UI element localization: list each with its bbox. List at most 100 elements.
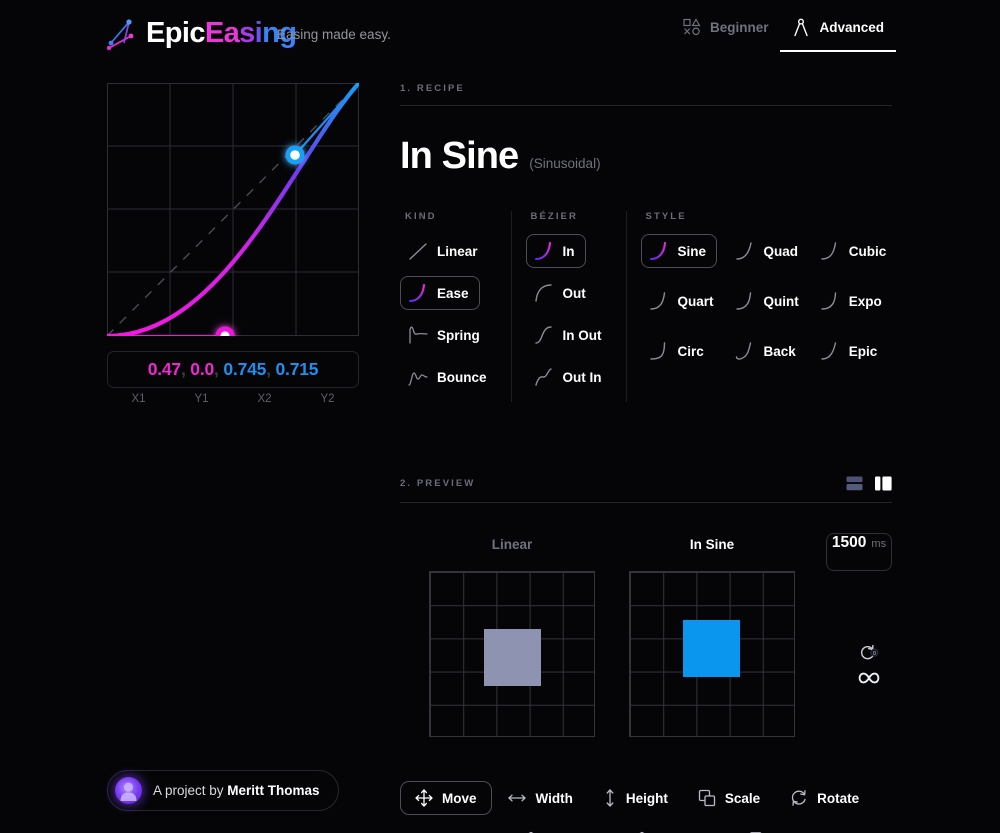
preview-panel-easing: In Sine — [629, 537, 795, 737]
bezier-curve-editor[interactable] — [107, 83, 359, 336]
ease-curve-icon — [408, 283, 426, 303]
style-option-cubic[interactable]: Cubic — [812, 234, 898, 268]
bezier-option-in-out-label: In Out — [562, 327, 602, 343]
property-row-1: Move Width Height Scale Rotate — [400, 781, 892, 815]
style-column: STYLE Sine Quad Cubic Quart Quint Expo C… — [625, 211, 898, 402]
style-option-expo[interactable]: Expo — [812, 284, 893, 318]
recipe-alias: (Sinusoidal) — [529, 156, 601, 171]
duration-unit: ms — [871, 538, 887, 550]
property-row-2: Opacity Rotate X R — [400, 823, 892, 833]
bezier-label-x2: X2 — [257, 393, 272, 405]
preview-panel-linear-title: Linear — [491, 537, 533, 552]
logo-mark-icon — [106, 19, 134, 51]
style-option-cubic-label: Cubic — [848, 243, 887, 259]
logo-wordmark: EpicEasing — [146, 13, 297, 53]
split-vertical-icon[interactable] — [875, 476, 892, 491]
easing-pickers: KIND Linear Ease Spring Bounce BÉZIER In… — [400, 211, 892, 402]
tagline: Easing made easy. — [277, 27, 391, 42]
bezier-y1: 0.0 — [190, 359, 215, 379]
bezier-option-in-label: In — [562, 243, 575, 259]
property-scale-label: Scale — [724, 790, 761, 806]
style-option-expo-label: Expo — [848, 293, 882, 309]
replay-icon[interactable]: 0 — [859, 644, 879, 661]
bezier-sep-3: , — [266, 359, 271, 379]
control-point-p2[interactable] — [285, 145, 305, 165]
style-option-quint[interactable]: Quint — [727, 284, 810, 318]
bezier-option-out-in-label: Out In — [562, 369, 602, 385]
split-horizontal-icon[interactable] — [846, 476, 863, 491]
ease-out-curve-icon — [534, 284, 552, 302]
bezier-option-in-out[interactable]: In Out — [526, 318, 613, 352]
property-width-label: Width — [535, 790, 573, 806]
bezier-option-in[interactable]: In — [525, 234, 586, 268]
infinity-icon[interactable] — [858, 671, 880, 685]
credit-text: A project by Meritt Thomas — [153, 783, 320, 798]
logo-ea: Ea — [204, 17, 240, 49]
recipe-section: 1. RECIPE In Sine (Sinusoidal) KIND Line… — [400, 0, 892, 402]
style-option-back[interactable]: Back — [727, 334, 807, 368]
bezier-kind-label: BÉZIER — [530, 211, 578, 222]
property-width[interactable]: Width — [492, 781, 588, 815]
preview-section-header: 2. PREVIEW — [400, 476, 892, 502]
kind-option-bounce[interactable]: Bounce — [400, 360, 498, 394]
property-move[interactable]: Move — [400, 781, 492, 815]
property-opacity[interactable]: Opacity — [400, 823, 507, 833]
move-icon — [415, 789, 433, 807]
recipe-title-row: In Sine (Sinusoidal) — [400, 135, 892, 178]
spring-curve-icon — [409, 326, 428, 344]
control-point-p1[interactable] — [215, 326, 235, 337]
bezier-option-out-label: Out — [562, 285, 586, 301]
property-rotate-y[interactable]: Rotate Y — [618, 823, 730, 833]
bezier-option-out-in[interactable]: Out In — [526, 360, 613, 394]
preview-stage-linear[interactable] — [429, 571, 595, 737]
style-option-epic[interactable]: Epic — [812, 334, 889, 368]
bezier-value-field[interactable]: 0.47, 0.0, 0.745, 0.715 — [107, 351, 359, 388]
page-title: In Sine — [400, 135, 519, 177]
preview-stage-easing[interactable] — [629, 571, 795, 737]
duration-input[interactable]: 1500 ms — [826, 533, 892, 571]
style-option-quart-label: Quart — [677, 293, 714, 309]
style-option-quad[interactable]: Quad — [727, 234, 810, 268]
ease-in-curve-icon — [534, 241, 551, 261]
property-height-label: Height — [625, 790, 668, 806]
bezier-y2: 0.715 — [275, 359, 319, 379]
layout-toggle-group — [846, 476, 892, 491]
property-scale[interactable]: Scale — [683, 781, 775, 815]
recipe-section-header: 1. RECIPE — [400, 83, 892, 105]
bezier-label-y1: Y1 — [194, 393, 209, 405]
kind-option-ease-label: Ease — [437, 285, 469, 301]
circ-curve-icon — [649, 342, 665, 360]
ease-in-out-curve-icon — [534, 326, 552, 344]
bezier-curve-canvas[interactable] — [107, 83, 359, 336]
property-frames[interactable]: Frames — [730, 823, 835, 833]
recipe-section-label: 1. RECIPE — [400, 83, 465, 94]
bezier-values: 0.47, 0.0, 0.745, 0.715 — [148, 359, 319, 380]
preview-body: Linear In Sine 1500 ms 0 — [400, 533, 892, 769]
kind-option-linear[interactable]: Linear — [400, 234, 489, 268]
width-arrow-icon — [507, 794, 526, 802]
bezier-axis-labels: X1 Y1 X2 Y2 — [107, 393, 359, 405]
property-rotate-x[interactable]: Rotate X — [507, 823, 619, 833]
quart-curve-icon — [649, 292, 665, 310]
bezier-x2: 0.745 — [223, 359, 267, 379]
property-rotate[interactable]: Rotate — [775, 781, 874, 815]
property-move-label: Move — [442, 790, 477, 806]
style-option-quart[interactable]: Quart — [641, 284, 725, 318]
style-option-sine[interactable]: Sine — [640, 234, 718, 268]
bezier-option-out[interactable]: Out — [526, 276, 597, 310]
kind-option-bounce-label: Bounce — [437, 369, 487, 385]
property-toolbar: Move Width Height Scale Rotate — [400, 781, 892, 833]
style-option-circ[interactable]: Circ — [641, 334, 715, 368]
logo[interactable]: EpicEasing — [104, 13, 297, 53]
credit-badge[interactable]: A project by Meritt Thomas — [107, 770, 339, 811]
kind-option-linear-label: Linear — [437, 243, 478, 259]
bezier-sep-2: , — [214, 359, 219, 379]
kind-column: KIND Linear Ease Spring Bounce — [400, 211, 498, 402]
preview-divider — [400, 502, 892, 503]
quad-curve-icon — [735, 242, 752, 260]
kind-option-spring[interactable]: Spring — [400, 318, 491, 352]
style-option-circ-label: Circ — [677, 343, 704, 359]
bezier-label-x1: X1 — [131, 393, 146, 405]
kind-option-ease[interactable]: Ease — [400, 276, 480, 310]
property-height[interactable]: Height — [588, 781, 683, 815]
